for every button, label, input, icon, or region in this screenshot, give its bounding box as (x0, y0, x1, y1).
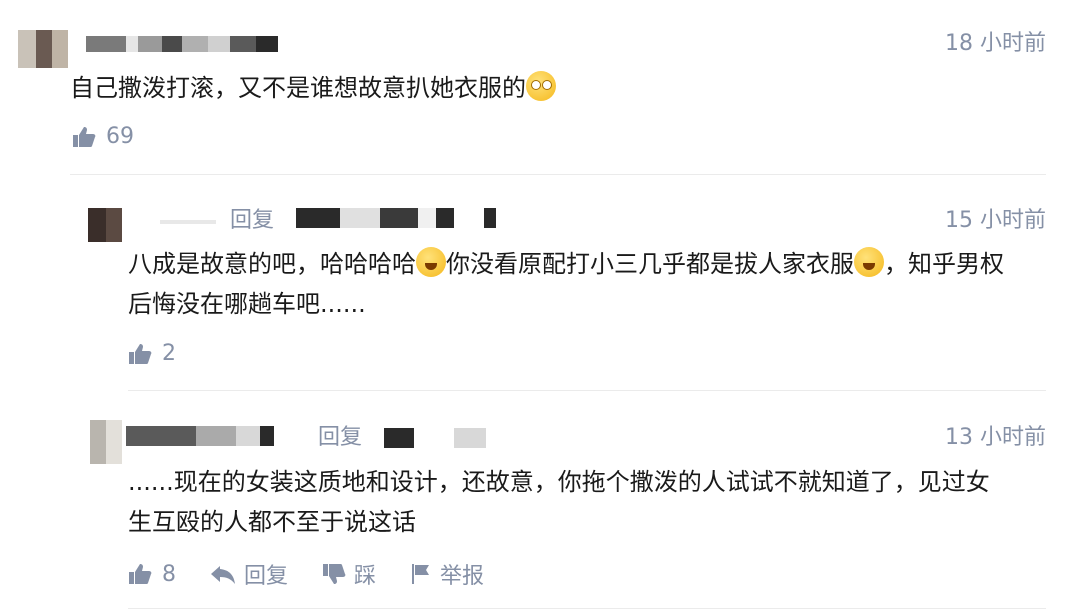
like-button[interactable]: 2 (128, 341, 176, 366)
reply-target-blurred[interactable] (296, 208, 496, 228)
avatar[interactable] (90, 420, 122, 464)
thumbs-up-icon (129, 343, 152, 364)
rolling-eyes-emoji-icon (526, 71, 556, 101)
comment-line-2: 生互殴的人都不至于说这话 (128, 508, 416, 536)
reply-button[interactable]: 回复 (210, 558, 288, 590)
flag-icon (412, 564, 430, 584)
comment-line-1: ......现在的女装这质地和设计，还故意，你拖个撒泼的人试试不就知道了，见过女 (128, 468, 990, 496)
thumbs-up-icon (129, 564, 152, 584)
dislike-button-label: 踩 (354, 564, 377, 589)
avatar[interactable] (18, 30, 68, 68)
comment-text: ......现在的女装这质地和设计，还故意，你拖个撒泼的人试试不就知道了，见过女… (128, 462, 990, 542)
comment-text-content: 自己撒泼打滚，又不是谁想故意扒她衣服的 (70, 74, 526, 102)
comment-text-part: 八成是故意的吧，哈哈哈哈 (128, 250, 416, 278)
username-blurred[interactable] (86, 36, 278, 52)
report-button[interactable]: 举报 (410, 558, 484, 590)
username-blurred[interactable] (160, 214, 216, 224)
like-count: 2 (162, 341, 176, 366)
comment-text: 自己撒泼打滚，又不是谁想故意扒她衣服的 (70, 68, 556, 108)
like-count: 8 (162, 561, 176, 587)
tears-of-joy-emoji-icon (854, 247, 884, 277)
divider (70, 174, 1046, 175)
comment-actions: 8 回复 踩 举报 (128, 558, 484, 590)
reply-label: 回复 (318, 425, 363, 450)
comment-time: 15 小时前 (945, 208, 1046, 233)
reply-arrow-icon (211, 566, 235, 584)
like-button[interactable]: 8 (128, 562, 176, 587)
like-button[interactable]: 69 (72, 124, 134, 149)
dislike-button[interactable]: 踩 (322, 558, 376, 590)
comment-line-1: 八成是故意的吧，哈哈哈哈 你没看原配打小三几乎都是拔人家衣服 ，知乎男权 (128, 244, 1004, 284)
reply-target-blurred[interactable] (384, 428, 486, 448)
comment-text-part: ，知乎男权 (884, 250, 1004, 278)
like-count: 69 (106, 124, 134, 149)
divider (128, 390, 1046, 391)
reply-button-label: 回复 (244, 564, 289, 589)
username-blurred[interactable] (126, 426, 274, 446)
divider (128, 608, 1046, 609)
thumbs-up-icon (73, 126, 96, 147)
comment-text: 八成是故意的吧，哈哈哈哈 你没看原配打小三几乎都是拔人家衣服 ，知乎男权 后悔没在哪… (128, 244, 1004, 324)
reply-label: 回复 (230, 208, 275, 233)
report-button-label: 举报 (440, 564, 485, 589)
comment-time: 13 小时前 (945, 425, 1046, 450)
tears-of-joy-emoji-icon (416, 247, 446, 277)
avatar[interactable] (88, 208, 122, 242)
comment-time: 18 小时前 (945, 31, 1046, 56)
thumbs-down-icon (323, 564, 346, 584)
comment-text-part: 你没看原配打小三几乎都是拔人家衣服 (446, 250, 854, 278)
comment-line-2: 后悔没在哪趟车吧...... (128, 290, 366, 318)
